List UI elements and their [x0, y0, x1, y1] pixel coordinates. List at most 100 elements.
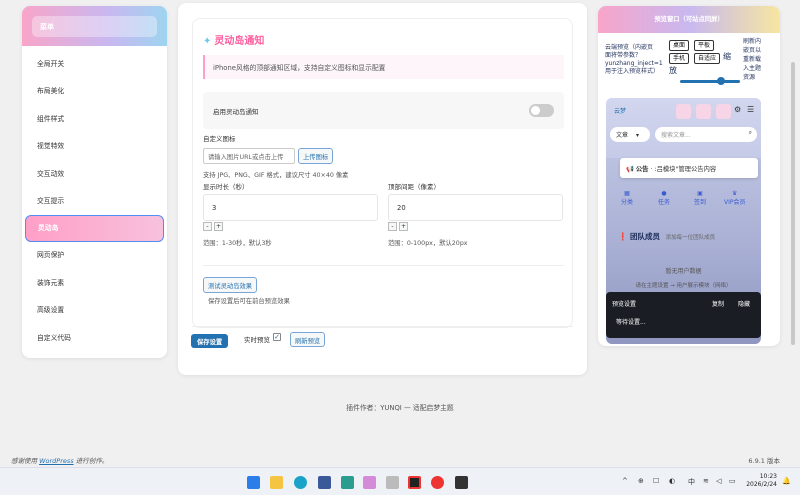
volume-icon[interactable]: ◁: [716, 477, 721, 485]
top-offset-decrement[interactable]: -: [388, 222, 397, 231]
preview-side-note: 刷新内 嵌页以 重新载 入主题 资源: [743, 38, 762, 81]
menu-item-interaction-tips[interactable]: 交互提示: [25, 188, 164, 215]
site-logo[interactable]: 云梦: [614, 106, 626, 115]
app-icon-4[interactable]: [386, 476, 399, 489]
panel-title: 预览设置: [612, 301, 637, 308]
page-scrollbar[interactable]: [790, 62, 796, 345]
notification-icon[interactable]: 🔔: [782, 477, 791, 485]
qq-icon[interactable]: [408, 476, 421, 489]
plugin-author: 插件作者：YUNQI — 适配启梦主题: [346, 404, 454, 412]
menu-item-layout[interactable]: 布局美化: [25, 78, 164, 105]
menu-item-visual-effects[interactable]: 视觉特效: [25, 133, 164, 160]
menu-title: 菜单: [32, 16, 157, 37]
preview-info: 云端预览（内嵌页 面将带参数？ yunzhang_inject=1 用于注入预览…: [605, 44, 663, 75]
scrollbar-thumb[interactable]: [791, 62, 795, 345]
section-description: iPhone风格的顶部通知区域，支持自定义图标和显示配置: [203, 55, 564, 79]
app-icon-2[interactable]: [341, 476, 354, 489]
menu-list: 全局开关 布局美化 组件样式 视觉特效 交互动效 交互提示 灵动岛 网页保护 装…: [22, 46, 167, 352]
zoom-label-b: 放: [669, 66, 677, 75]
menu-item-page-protection[interactable]: 网页保护: [25, 242, 164, 269]
input-language[interactable]: 中: [688, 477, 695, 487]
checkin-icon: ▣: [697, 190, 703, 197]
tray-icon-3[interactable]: ◐: [669, 477, 675, 485]
sparkle-icon: ✦: [203, 36, 212, 47]
task-icon: ●: [661, 190, 667, 197]
taskbar: ^ ⊕ ☐ ◐ 中 ≋ ◁ ▭ 10:23 2026/2/24 🔔: [0, 467, 800, 495]
top-offset-increment[interactable]: +: [399, 222, 408, 231]
zoom-label-a: 缩: [723, 52, 731, 61]
wp-version: 6.9.1 版本: [748, 457, 780, 465]
category-icon: ▦: [624, 190, 630, 197]
tray-icon-1[interactable]: ⊕: [638, 477, 644, 485]
phone-search-input[interactable]: 搜索文章... ⌕: [655, 127, 757, 142]
nav-item-vip[interactable]: ♛ VIP会员: [724, 190, 746, 206]
menu-item-decorations[interactable]: 装饰元素: [25, 270, 164, 297]
top-offset-input[interactable]: 20: [388, 194, 563, 221]
search-icon[interactable]: ⌕: [749, 129, 752, 137]
members-hint: 请在主题设置 → 用户展示模块（网络）: [635, 283, 732, 289]
menu-item-global[interactable]: 全局开关: [25, 51, 164, 78]
phone-action-1[interactable]: [676, 104, 691, 119]
app-icon-5[interactable]: [455, 476, 468, 489]
nav-item-category[interactable]: ▦ 分类: [621, 190, 633, 206]
nav-item-task[interactable]: ● 任务: [658, 190, 670, 206]
chevron-down-icon: ▾: [636, 132, 640, 139]
nav-item-checkin[interactable]: ▣ 签到: [694, 190, 706, 206]
phone-search-bar: 文章 ▾ 搜索文章... ⌕: [610, 127, 757, 143]
enable-label: 启用灵动岛通知: [213, 108, 259, 116]
enable-toggle[interactable]: [529, 104, 554, 117]
gear-icon[interactable]: ⚙: [734, 105, 741, 114]
chevron-up-icon[interactable]: ^: [622, 477, 628, 485]
battery-icon[interactable]: ▭: [729, 477, 736, 485]
icon-url-input[interactable]: 请输入图片URL或点击上传: [203, 148, 295, 164]
device-tablet-button[interactable]: 平板: [694, 40, 715, 51]
duration-decrement[interactable]: -: [203, 222, 212, 231]
menu-item-components[interactable]: 组件样式: [25, 106, 164, 133]
menu-item-custom-code[interactable]: 自定义代码: [25, 325, 164, 352]
taskbar-clock[interactable]: 10:23 2026/2/24: [746, 473, 777, 489]
device-responsive-button[interactable]: 自适应: [694, 53, 721, 64]
start-icon[interactable]: [247, 476, 260, 489]
wifi-icon[interactable]: ≋: [703, 477, 709, 485]
save-settings-button[interactable]: 保存设置: [191, 334, 229, 348]
duration-increment[interactable]: +: [214, 222, 223, 231]
refresh-preview-button[interactable]: 刷新预览: [290, 332, 326, 347]
zoom-slider-thumb[interactable]: [717, 77, 725, 85]
enable-row: 启用灵动岛通知: [203, 92, 564, 129]
netease-music-icon[interactable]: [431, 476, 444, 489]
app-icon-1[interactable]: [318, 476, 331, 489]
category-select[interactable]: 文章 ▾: [610, 127, 650, 142]
preview-title: 预览窗口（可站点同屏）: [598, 6, 780, 33]
menu-header: 菜单: [22, 6, 167, 46]
device-desktop-button[interactable]: 桌面: [669, 40, 690, 51]
divider: [203, 265, 564, 266]
phone-preview: 云梦 ⚙ ☰ 文章 ▾ 搜索文章... ⌕ 📢 公告 · :吕模块"管理公告内容 …: [606, 98, 761, 344]
device-phone-button[interactable]: 手机: [669, 53, 690, 64]
menu-item-interaction-motion[interactable]: 交互动效: [25, 161, 164, 188]
live-preview-checkbox[interactable]: ✓: [273, 333, 281, 341]
hide-button[interactable]: 隐藏: [738, 299, 750, 308]
phone-action-3[interactable]: [716, 104, 731, 119]
phone-action-2[interactable]: [696, 104, 711, 119]
wordpress-link[interactable]: WordPress: [39, 457, 74, 465]
test-island-button[interactable]: 测试灵动岛效果: [203, 277, 258, 293]
copy-button[interactable]: 复制: [712, 299, 724, 308]
preview-settings-panel: 预览设置 复制 隐藏 等待设置...: [606, 292, 761, 338]
edge-icon[interactable]: [294, 476, 307, 489]
menu-icon[interactable]: ☰: [747, 105, 754, 114]
duration-hint: 范围：1-30秒，默认3秒: [203, 240, 272, 247]
notice-bar[interactable]: 📢 公告 · :吕模块"管理公告内容: [620, 158, 758, 178]
icon-hint: 支持 JPG、PNG、GIF 格式，建议尺寸 40×40 像素: [203, 172, 349, 179]
members-title: ❗ 团队成员 添加每一位团队成员: [618, 232, 716, 241]
menu-item-advanced[interactable]: 高级设置: [25, 297, 164, 324]
file-explorer-icon[interactable]: [270, 476, 283, 489]
tray-icon-2[interactable]: ☐: [653, 477, 659, 485]
dynamic-island-section: ✦ 灵动岛通知 iPhone风格的顶部通知区域，支持自定义图标和显示配置 启用灵动…: [192, 18, 573, 328]
top-offset-label: 顶部间距（像素）: [388, 183, 440, 191]
menu-item-dynamic-island[interactable]: 灵动岛: [25, 215, 164, 243]
megaphone-icon: 📢: [626, 166, 634, 173]
upload-icon-button[interactable]: 上传图标: [298, 148, 334, 164]
app-icon-3[interactable]: [363, 476, 376, 489]
duration-input[interactable]: 3: [203, 194, 378, 221]
zoom-slider[interactable]: [680, 77, 740, 85]
